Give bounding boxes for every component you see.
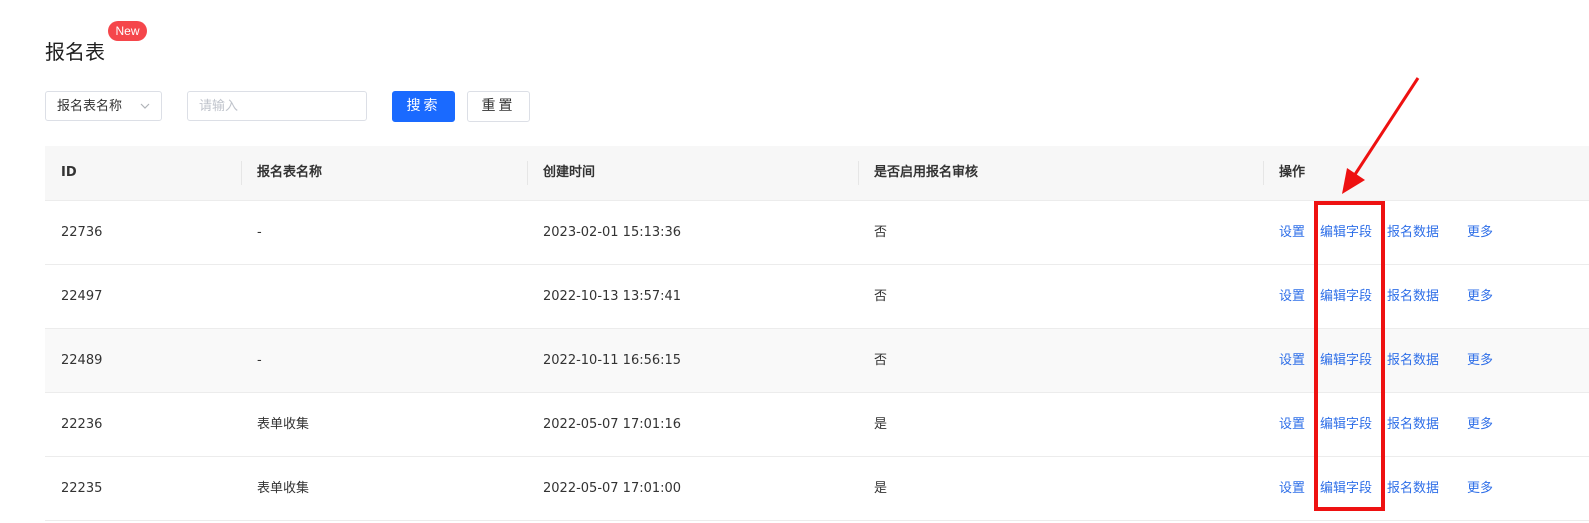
column-divider [527, 161, 528, 185]
more-link[interactable]: 更多 [1467, 457, 1493, 520]
table-row: 22235 表单收集 2022-05-07 17:01:00 是 设置 编辑字段… [45, 457, 1589, 521]
more-link[interactable]: 更多 [1467, 201, 1493, 264]
search-input[interactable] [187, 91, 367, 121]
column-divider [241, 161, 242, 185]
cell-created: 2022-05-07 17:01:16 [543, 417, 682, 432]
table-row: 22236 表单收集 2022-05-07 17:01:16 是 设置 编辑字段… [45, 393, 1589, 457]
column-header-actions: 操作 [1279, 165, 1306, 180]
cell-id: 22736 [61, 225, 103, 240]
new-badge: New [108, 21, 147, 41]
signup-data-link[interactable]: 报名数据 [1387, 457, 1439, 520]
cell-review: 是 [874, 481, 888, 496]
cell-created: 2022-10-13 13:57:41 [543, 289, 682, 304]
cell-id: 22497 [61, 289, 103, 304]
cell-review: 否 [874, 289, 888, 304]
edit-fields-link[interactable]: 编辑字段 [1320, 201, 1372, 264]
column-divider [858, 161, 859, 185]
cell-created: 2023-02-01 15:13:36 [543, 225, 682, 240]
signup-data-link[interactable]: 报名数据 [1387, 393, 1439, 456]
table-row: 22736 - 2023-02-01 15:13:36 否 设置 编辑字段 报名… [45, 201, 1589, 265]
reset-button[interactable]: 重置 [467, 91, 530, 122]
edit-fields-link[interactable]: 编辑字段 [1320, 265, 1372, 328]
filter-field-select[interactable]: 报名表名称 [45, 91, 162, 121]
signup-data-link[interactable]: 报名数据 [1387, 201, 1439, 264]
cell-review: 是 [874, 417, 888, 432]
cell-review: 否 [874, 353, 888, 368]
cell-name: - [257, 225, 262, 240]
column-header-review: 是否启用报名审核 [874, 165, 979, 180]
cell-review: 否 [874, 225, 888, 240]
settings-link[interactable]: 设置 [1279, 457, 1305, 520]
settings-link[interactable]: 设置 [1279, 393, 1305, 456]
cell-id: 22489 [61, 353, 103, 368]
forms-table: ID 报名表名称 创建时间 是否启用报名审核 操作 22736 - 2023-0… [45, 146, 1589, 521]
column-header-created: 创建时间 [543, 165, 596, 180]
column-header-id: ID [61, 165, 77, 180]
column-divider [1263, 161, 1264, 185]
cell-id: 22236 [61, 417, 103, 432]
table-row: 22497 2022-10-13 13:57:41 否 设置 编辑字段 报名数据… [45, 265, 1589, 329]
table-row: 22489 - 2022-10-11 16:56:15 否 设置 编辑字段 报名… [45, 329, 1589, 393]
more-link[interactable]: 更多 [1467, 265, 1493, 328]
cell-name: - [257, 353, 262, 368]
filter-field-select-value: 报名表名称 [57, 99, 123, 114]
signup-data-link[interactable]: 报名数据 [1387, 265, 1439, 328]
edit-fields-link[interactable]: 编辑字段 [1320, 329, 1372, 392]
cell-id: 22235 [61, 481, 103, 496]
column-header-name: 报名表名称 [257, 165, 323, 180]
settings-link[interactable]: 设置 [1279, 265, 1305, 328]
edit-fields-link[interactable]: 编辑字段 [1320, 393, 1372, 456]
more-link[interactable]: 更多 [1467, 393, 1493, 456]
edit-fields-link[interactable]: 编辑字段 [1320, 457, 1372, 520]
page-title: 报名表 [45, 40, 105, 64]
signup-data-link[interactable]: 报名数据 [1387, 329, 1439, 392]
more-link[interactable]: 更多 [1467, 329, 1493, 392]
search-button[interactable]: 搜索 [392, 91, 455, 122]
cell-name: 表单收集 [257, 481, 310, 496]
cell-created: 2022-05-07 17:01:00 [543, 481, 682, 496]
settings-link[interactable]: 设置 [1279, 201, 1305, 264]
table-header: ID 报名表名称 创建时间 是否启用报名审核 操作 [45, 146, 1589, 201]
cell-created: 2022-10-11 16:56:15 [543, 353, 682, 368]
settings-link[interactable]: 设置 [1279, 329, 1305, 392]
chevron-down-icon [140, 103, 150, 109]
cell-name: 表单收集 [257, 417, 310, 432]
